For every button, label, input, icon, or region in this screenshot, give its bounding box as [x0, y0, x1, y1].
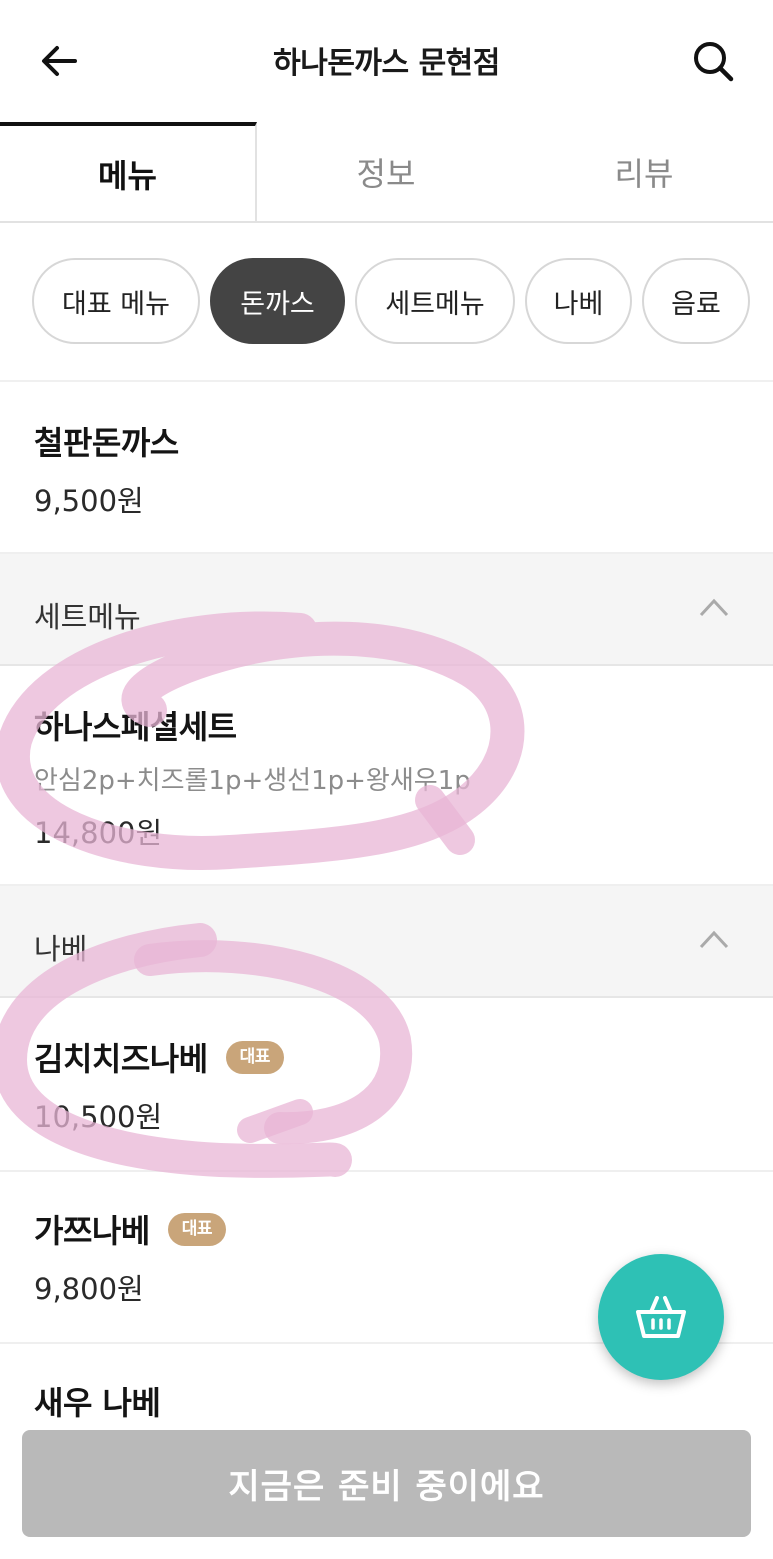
item-name-row: 김치치즈나베 대표 [34, 1034, 284, 1080]
chevron-up-icon [699, 598, 729, 617]
item-name: 김치치즈나베 [34, 1040, 208, 1078]
search-icon [694, 42, 734, 82]
category-chips: 대표 메뉴 돈까스 세트메뉴 나베 음료 [0, 222, 773, 382]
chip-donkatsu[interactable]: 돈까스 [210, 258, 345, 344]
item-price: 9,800원 [34, 1272, 144, 1306]
item-price: 10,500원 [34, 1100, 163, 1134]
chip-drinks[interactable]: 음료 [642, 258, 750, 344]
tab-info[interactable]: 정보 [257, 122, 515, 221]
cart-button[interactable] [598, 1254, 724, 1380]
page-title: 하나돈까스 문현점 [273, 46, 500, 81]
menu-item-kimchi-cheese-nabe[interactable]: 김치치즈나베 대표 10,500원 [0, 998, 773, 1172]
menu-item-hana-special[interactable]: 하나스페셜세트 안심2p+치즈롤1p+생선1p+왕새우1p 14,800원 [0, 666, 773, 886]
chip-nabe[interactable]: 나베 [525, 258, 632, 344]
item-name-row: 가쯔나베 대표 [34, 1206, 227, 1252]
app-header: 하나돈까스 문현점 [0, 0, 773, 122]
tab-bar: 메뉴 정보 리뷰 [0, 122, 773, 223]
item-name: 하나스페셜세트 [34, 708, 237, 746]
item-price: 14,800원 [34, 816, 163, 850]
chip-set-menu[interactable]: 세트메뉴 [355, 258, 515, 344]
section-header-nabe[interactable]: 나베 [0, 886, 773, 998]
section-header-set[interactable]: 세트메뉴 [0, 554, 773, 666]
representative-badge: 대표 [225, 1040, 284, 1074]
chip-representative[interactable]: 대표 메뉴 [32, 258, 200, 344]
item-price: 9,500원 [34, 484, 144, 518]
search-button[interactable] [684, 36, 742, 86]
section-title: 세트메뉴 [34, 600, 141, 634]
section-title: 나베 [34, 932, 88, 966]
item-description: 안심2p+치즈롤1p+생선1p+왕새우1p [34, 766, 471, 796]
tab-menu[interactable]: 메뉴 [0, 122, 257, 221]
order-unavailable-button[interactable]: 지금은 준비 중이에요 [22, 1430, 751, 1537]
chevron-up-icon [699, 930, 729, 949]
basket-icon [636, 1296, 686, 1338]
item-name: 새우 나베 [34, 1384, 161, 1422]
item-name: 철판돈까스 [34, 424, 179, 462]
representative-badge: 대표 [167, 1212, 227, 1246]
item-name: 가쯔나베 [34, 1212, 150, 1250]
tab-review[interactable]: 리뷰 [515, 122, 773, 221]
menu-item-cheolpan[interactable]: 철판돈까스 9,500원 [0, 382, 773, 554]
